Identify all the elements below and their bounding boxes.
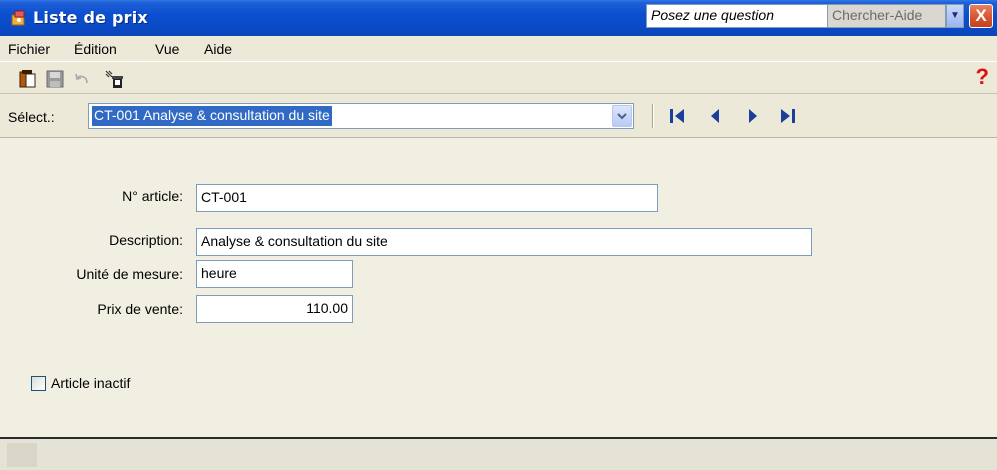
sale-price-label: Prix de vente: <box>97 301 183 317</box>
menu-fichier[interactable]: Fichier <box>8 41 50 57</box>
new-item-icon[interactable] <box>18 69 38 89</box>
sale-price-field[interactable]: 110.00 <box>196 295 353 323</box>
chevron-down-icon <box>617 113 627 120</box>
menu-vue[interactable]: Vue <box>155 41 179 57</box>
delete-icon[interactable] <box>104 69 124 89</box>
inactive-checkbox[interactable] <box>31 376 46 391</box>
menu-edition[interactable]: Édition <box>74 41 117 57</box>
title-bar[interactable]: Liste de prix Posez une question Cherche… <box>0 0 997 36</box>
status-panel <box>7 443 37 467</box>
item-form: N° article: CT-001 Description: Analyse … <box>0 138 997 438</box>
price-list-window: Liste de prix Posez une question Cherche… <box>0 0 997 470</box>
nav-separator <box>652 104 654 128</box>
combo-dropdown-button[interactable] <box>612 105 632 127</box>
item-number-label: N° article: <box>122 188 183 204</box>
undo-icon <box>75 73 88 84</box>
first-record-icon[interactable] <box>668 107 690 125</box>
unit-field[interactable]: heure <box>196 260 353 288</box>
select-label: Sélect.: <box>8 109 55 125</box>
help-dropdown-button[interactable]: ▼ <box>946 4 964 28</box>
close-icon: X <box>975 6 987 25</box>
menu-bar: Fichier Édition Vue Aide <box>0 36 997 62</box>
app-icon <box>11 10 25 26</box>
description-field[interactable]: Analyse & consultation du site <box>196 228 812 256</box>
help-search-box[interactable]: Chercher-Aide <box>828 4 946 28</box>
description-label: Description: <box>109 232 183 248</box>
menu-aide[interactable]: Aide <box>204 41 232 57</box>
window-title: Liste de prix <box>33 8 148 27</box>
help-question-icon[interactable]: ? <box>976 64 989 90</box>
previous-record-icon[interactable] <box>708 107 722 125</box>
close-button[interactable]: X <box>969 4 993 28</box>
inactive-checkbox-label[interactable]: Article inactif <box>51 375 130 391</box>
unit-label: Unité de mesure: <box>76 266 183 282</box>
select-bar: Sélect.: CT-001 Analyse & consultation d… <box>0 94 997 138</box>
chevron-down-icon: ▼ <box>950 10 960 21</box>
ask-question-input[interactable]: Posez une question <box>646 4 828 28</box>
save-icon <box>46 70 64 88</box>
toolbar: ? <box>0 62 997 94</box>
last-record-icon[interactable] <box>776 107 798 125</box>
status-bar <box>0 437 997 470</box>
next-record-icon[interactable] <box>746 107 760 125</box>
item-number-field[interactable]: CT-001 <box>196 184 658 212</box>
item-select-value: CT-001 Analyse & consultation du site <box>92 106 332 126</box>
item-select-combobox[interactable]: CT-001 Analyse & consultation du site <box>88 103 634 129</box>
